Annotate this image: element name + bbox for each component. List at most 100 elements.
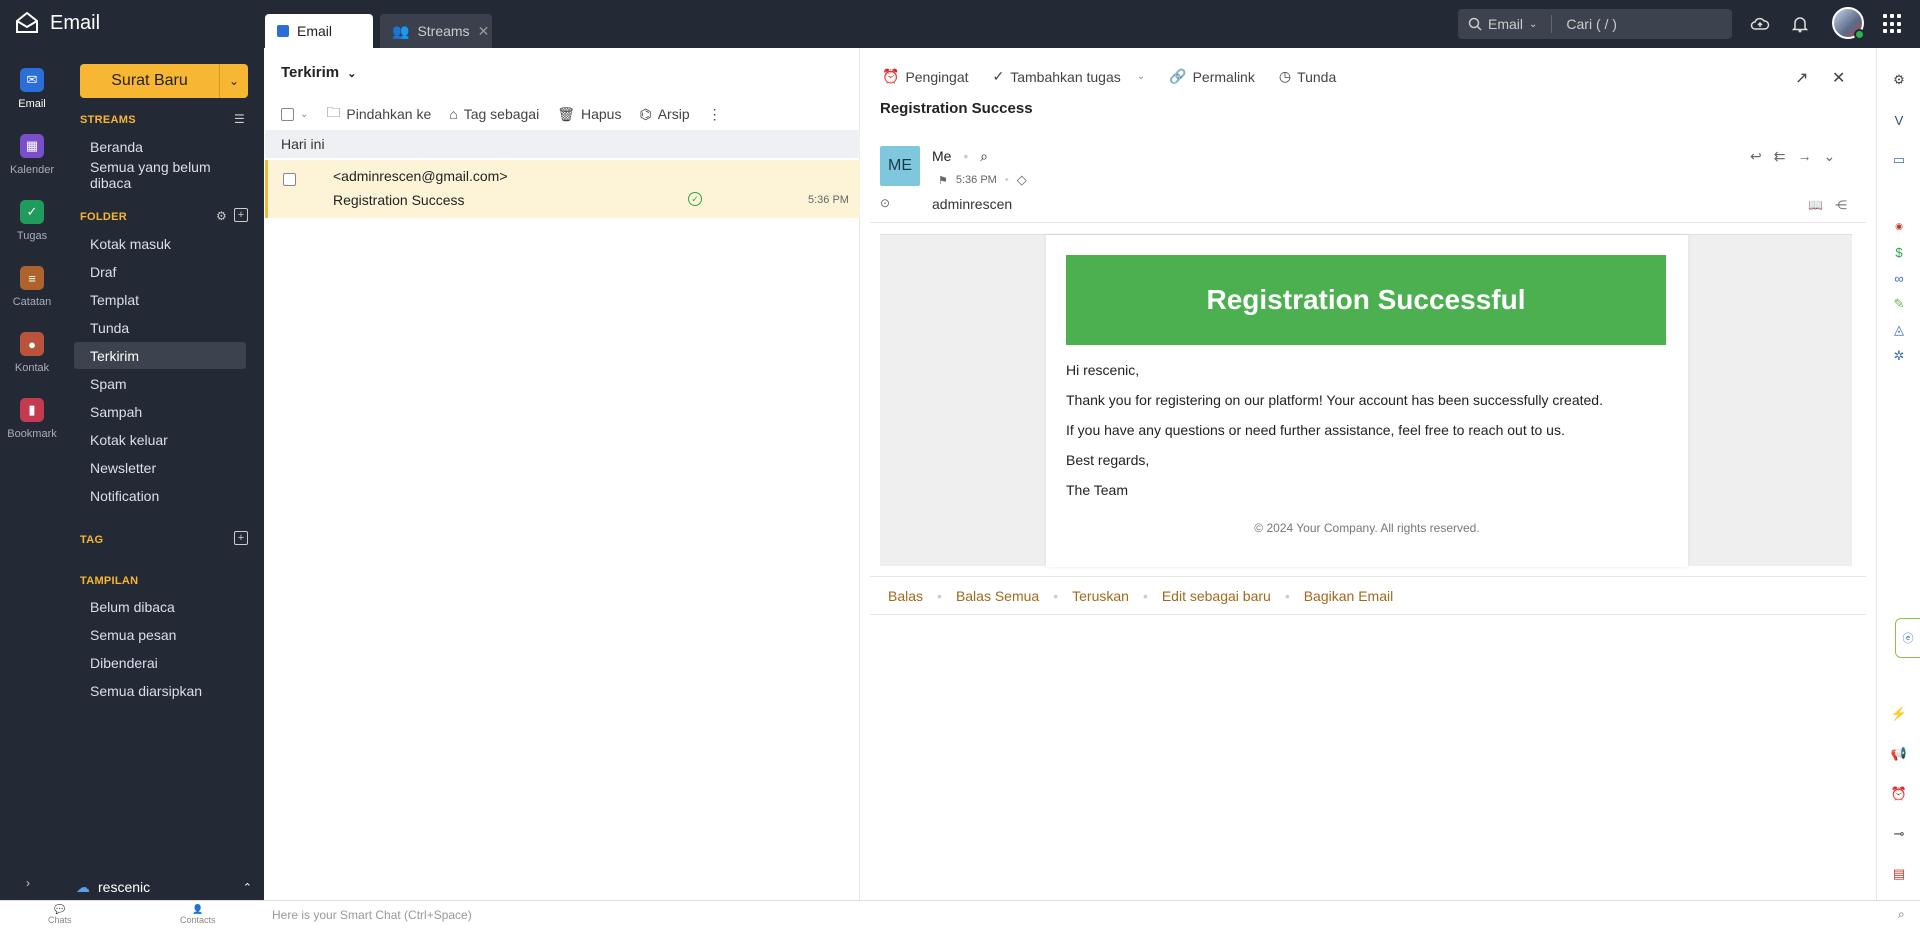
- snooze-button[interactable]: ◷ Tunda: [1279, 68, 1336, 85]
- sidebar-item-trash[interactable]: Sampah: [74, 398, 246, 425]
- chats-label: Chats: [48, 915, 72, 925]
- sidebar-item-newsletter[interactable]: Newsletter: [74, 454, 246, 481]
- tag-icon: ⌂: [449, 106, 458, 122]
- tab-email[interactable]: Email: [265, 14, 373, 48]
- cloud-upload-icon[interactable]: [1748, 12, 1772, 36]
- settings-icon[interactable]: ⚙: [1889, 70, 1909, 90]
- sidebar-item-all-messages[interactable]: Semua pesan: [74, 621, 246, 648]
- expand-rail-icon[interactable]: ›: [26, 876, 30, 890]
- sidebar-item-spam[interactable]: Spam: [74, 370, 246, 397]
- search-icon[interactable]: ⌕: [980, 148, 988, 164]
- tag-icon[interactable]: ◇: [1017, 172, 1027, 188]
- lightning-icon[interactable]: ⚡: [1889, 704, 1909, 724]
- close-tab-icon[interactable]: ✕: [478, 23, 490, 40]
- expand-details-icon[interactable]: ⊙: [880, 196, 890, 210]
- archive-label: Arsip: [657, 106, 690, 122]
- permalink-button[interactable]: 🔗 Permalink: [1169, 68, 1255, 85]
- select-all-checkbox[interactable]: ⌄: [281, 107, 308, 121]
- close-icon[interactable]: ✕: [1832, 68, 1845, 88]
- account-switcher[interactable]: ☁ rescenic ⌃: [64, 874, 264, 900]
- right-rail: ⚙ V ▭ ◉ $ ∞ ✎ ◬ ✲ ⓔ ⚡ 📢 ⏰ ⊸ ▤: [1876, 48, 1920, 900]
- sidebar-item-beranda[interactable]: Beranda: [74, 133, 246, 160]
- toggle-icon[interactable]: ⊸: [1889, 824, 1909, 844]
- floating-widget-icon[interactable]: ⓔ: [1895, 618, 1920, 658]
- reminder-button[interactable]: ⏰ Pengingat: [882, 68, 969, 85]
- edit-as-new-link[interactable]: Edit sebagai baru: [1162, 588, 1271, 604]
- add-folder-icon[interactable]: +: [234, 208, 248, 222]
- rail-calendar[interactable]: ▦ Kalender: [0, 134, 64, 176]
- gear-icon[interactable]: ⚙: [216, 209, 227, 223]
- megaphone-icon[interactable]: 📢: [1889, 744, 1909, 764]
- sidebar-item-archived[interactable]: Semua diarsipkan: [74, 677, 246, 704]
- vee-icon[interactable]: V: [1889, 110, 1909, 130]
- footer-divider: [870, 614, 1866, 615]
- separator-dot: •: [1004, 174, 1009, 186]
- reply-link[interactable]: Balas: [888, 588, 923, 604]
- reply-all-icon[interactable]: ⇇: [1774, 148, 1786, 165]
- new-badge-icon[interactable]: ◉: [1889, 216, 1909, 236]
- compose-button[interactable]: Surat Baru: [80, 64, 220, 98]
- smart-chat-input[interactable]: Here is your Smart Chat (Ctrl+Space): [272, 908, 472, 922]
- wallet-icon[interactable]: ▭: [1889, 150, 1909, 170]
- share-email-link[interactable]: Bagikan Email: [1304, 588, 1394, 604]
- sidebar-item-notification[interactable]: Notification: [74, 482, 246, 509]
- search-icon[interactable]: ⌕: [1898, 907, 1905, 922]
- rail-email[interactable]: ✉ Email: [0, 68, 64, 110]
- analytics-icon[interactable]: ◬: [1889, 320, 1909, 340]
- add-tag-icon[interactable]: +: [234, 531, 248, 545]
- sidebar-item-outbox[interactable]: Kotak keluar: [74, 426, 246, 453]
- sidebar-item-sent[interactable]: Terkirim: [74, 342, 246, 369]
- more-options-icon[interactable]: ⋮: [708, 106, 722, 123]
- user-avatar[interactable]: [1832, 7, 1865, 40]
- sidebar-item-templates[interactable]: Templat: [74, 286, 246, 313]
- search-scope[interactable]: Email: [1488, 16, 1523, 32]
- add-task-button[interactable]: ✓ Tambahkan tugas ⌄: [993, 68, 1146, 85]
- rail-bookmark[interactable]: ▮ Bookmark: [0, 398, 64, 440]
- message-checkbox[interactable]: [283, 173, 296, 186]
- forward-icon[interactable]: →: [1797, 148, 1811, 165]
- app-grid-icon[interactable]: [1883, 14, 1903, 34]
- brush-icon[interactable]: ✎: [1889, 294, 1909, 314]
- sidebar-item-drafts[interactable]: Draf: [74, 258, 246, 285]
- bell-icon[interactable]: [1788, 12, 1812, 36]
- contacts-button[interactable]: 👤 Contacts: [180, 904, 216, 925]
- rail-contacts-label: Kontak: [14, 362, 50, 374]
- tab-streams[interactable]: 👥 Streams ✕: [380, 14, 492, 48]
- delete-button[interactable]: 🗑 Hapus: [557, 106, 621, 123]
- folder-title[interactable]: Terkirim ⌄: [281, 64, 356, 81]
- compose-dropdown-icon[interactable]: ⌄: [220, 64, 248, 98]
- email-line-1: Thank you for registering on our platfor…: [1066, 392, 1603, 408]
- archive-button[interactable]: ⌬ Arsip: [639, 106, 689, 123]
- share-icon[interactable]: ⋲: [1835, 198, 1847, 212]
- compose-button-group: Surat Baru ⌄: [80, 64, 248, 98]
- feedback-icon[interactable]: ▤: [1889, 864, 1909, 884]
- book-icon[interactable]: 📖: [1808, 198, 1823, 212]
- sidebar-item-inbox[interactable]: Kotak masuk: [74, 230, 246, 257]
- reply-icon[interactable]: ↩: [1750, 148, 1762, 165]
- gear-flower-icon[interactable]: ✲: [1889, 346, 1909, 366]
- chevron-down-icon[interactable]: ⌄: [1823, 148, 1835, 165]
- flag-icon[interactable]: ⚑: [938, 174, 948, 187]
- account-icon: ☁: [76, 878, 90, 895]
- streams-settings-icon[interactable]: ☰: [234, 112, 245, 126]
- search-input[interactable]: Cari ( / ): [1566, 16, 1617, 32]
- sidebar-item-unread-all[interactable]: Semua yang belum dibaca: [74, 159, 246, 191]
- list-item[interactable]: <adminrescen@gmail.com> Registration Suc…: [265, 160, 860, 218]
- rail-tasks[interactable]: ✓ Tugas: [0, 200, 64, 242]
- sidebar-item-flagged[interactable]: Dibenderai: [74, 649, 246, 676]
- cash-icon[interactable]: $: [1889, 242, 1909, 262]
- search-bar[interactable]: Email ⌄ Cari ( / ): [1458, 9, 1732, 39]
- rail-notes[interactable]: ≡ Catatan: [0, 266, 64, 308]
- infinity-icon[interactable]: ∞: [1889, 268, 1909, 288]
- sidebar-item-snoozed[interactable]: Tunda: [74, 314, 246, 341]
- expand-icon[interactable]: ↗: [1795, 68, 1808, 88]
- alarm-icon[interactable]: ⏰: [1889, 784, 1909, 804]
- sender-name[interactable]: Me • ⌕: [932, 148, 988, 165]
- rail-contacts[interactable]: ● Kontak: [0, 332, 64, 374]
- move-to-button[interactable]: 🗀 Pindahkan ke: [326, 102, 431, 126]
- reply-all-link[interactable]: Balas Semua: [956, 588, 1039, 604]
- chats-button[interactable]: 💬 Chats: [48, 904, 72, 925]
- tag-as-button[interactable]: ⌂ Tag sebagai: [449, 106, 539, 122]
- sidebar-item-unread[interactable]: Belum dibaca: [74, 593, 246, 620]
- forward-link[interactable]: Teruskan: [1072, 588, 1129, 604]
